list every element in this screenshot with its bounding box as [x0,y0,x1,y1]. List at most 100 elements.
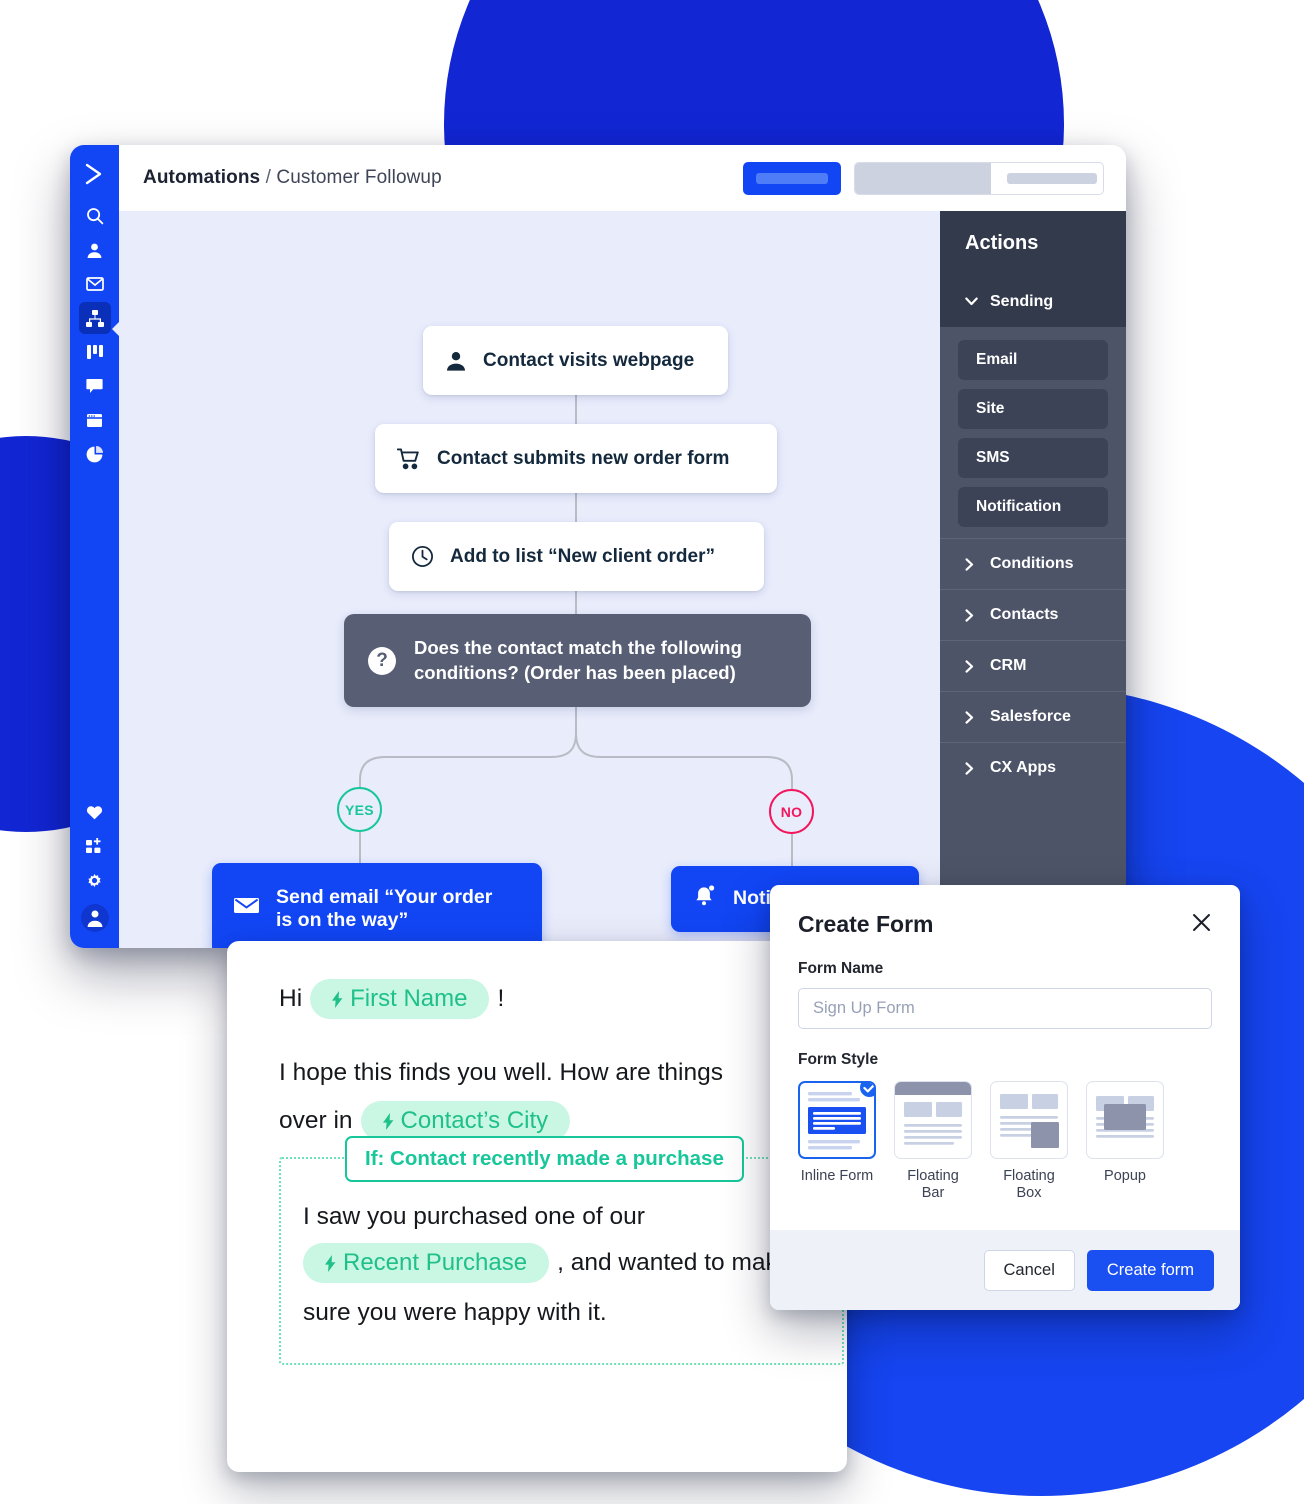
form-style-option-popup[interactable]: Popup [1086,1081,1164,1201]
breadcrumb: Automations / Customer Followup [143,167,442,189]
form-style-label: Form Style [798,1051,879,1068]
sending-action-list: Email Site SMS Notification [940,327,1126,538]
contact-person-icon [445,350,467,372]
thumbnail-art [1096,1096,1154,1138]
gear-icon[interactable] [79,864,111,896]
flow-node-add-to-list[interactable]: Add to list “New client order” [389,522,764,591]
create-form-button[interactable]: Create form [1086,1249,1214,1291]
form-style-option-floating-bar[interactable]: Floating Bar [894,1081,972,1201]
branch-badge-no[interactable]: NO [769,789,814,834]
chevron-right-icon [965,659,978,673]
pie-chart-icon[interactable] [79,438,111,470]
merge-tag-label: First Name [350,985,468,1012]
accordion-crm[interactable]: CRM [940,640,1126,691]
conditional-text-after: , and wanted to make [557,1248,792,1276]
breadcrumb-separator: / [265,167,271,188]
heart-icon[interactable] [79,796,111,828]
merge-tag-label: Recent Purchase [343,1249,528,1277]
floating-bar-thumbnail [894,1081,972,1159]
breadcrumb-root[interactable]: Automations [143,167,260,188]
merge-tag-recent-purchase[interactable]: Recent Purchase [303,1243,550,1284]
modal-header: Create Form [798,911,1212,938]
merge-tag-first-name[interactable]: First Name [310,979,490,1019]
segment-filled [855,162,991,194]
conditional-tag-row: Recent Purchase , and wanted to make [303,1243,820,1284]
create-form-modal: Create Form Form Name Form Style [770,885,1240,1310]
actions-panel-title: Actions [940,211,1126,276]
form-style-name: Floating Box [1003,1168,1055,1201]
avatar[interactable] [80,904,109,932]
lightning-bolt-icon [332,990,343,1008]
conditional-text-end: sure you were happy with it. [303,1299,607,1327]
search-icon[interactable] [79,200,111,232]
automation-canvas[interactable]: Contact visits webpage Contact submits n… [119,211,940,948]
thumbnail-art [895,1082,971,1145]
modal-title: Create Form [798,911,934,937]
flow-node-label: Send email “Your order is on the way” [276,886,492,933]
question-mark-icon: ? [368,646,396,675]
chevron-right-icon [965,761,978,775]
email-editor-card[interactable]: Hi First Name ! I hope this finds you we… [227,941,847,1472]
flow-node-condition[interactable]: ? Does the contact match the following c… [344,614,811,707]
form-style-name: Popup [1104,1168,1146,1184]
topbar-primary-button-placeholder[interactable] [743,161,841,195]
topbar-segmented-placeholder[interactable] [854,161,1104,195]
email-body-line-1: I hope this finds you well. How are thin… [279,1059,723,1086]
flow-node-send-email[interactable]: Send email “Your order is on the way” [212,863,542,948]
action-item-sms[interactable]: SMS [958,438,1108,478]
accordion-label: CRM [990,657,1027,674]
topbar-actions [743,161,1104,195]
send-email-line-2: is on the way” [276,909,409,931]
accordion-conditions[interactable]: Conditions [940,538,1126,589]
email-body-line-2-row: over in Contact’s City [279,1101,795,1142]
chat-bubble-icon[interactable] [79,370,111,402]
form-style-name: Floating Bar [907,1168,959,1201]
apps-add-icon[interactable] [79,830,111,862]
condition-text: Does the contact match the following con… [414,636,742,685]
envelope-icon[interactable] [79,268,111,300]
accordion-label: Sending [990,292,1054,310]
accordion-salesforce[interactable]: Salesforce [940,691,1126,742]
flow-node-label: Contact visits webpage [483,349,695,371]
branch-label: YES [345,801,374,818]
condition-line-1: Does the contact match the following [414,636,742,658]
condition-line-2: conditions? (Order has been placed) [414,661,736,683]
close-x-icon[interactable] [1190,911,1212,933]
modal-body: Create Form Form Name Form Style [770,885,1240,1230]
accordion-label: CX Apps [990,759,1057,776]
flow-node-contact-visits[interactable]: Contact visits webpage [423,326,728,395]
accordion-label: Contacts [990,606,1059,623]
app-topbar: Automations / Customer Followup [119,145,1126,211]
accordion-contacts[interactable]: Contacts [940,589,1126,640]
accordion-sending[interactable]: Sending [940,276,1126,327]
conditional-content-block[interactable]: If: Contact recently made a purchase I s… [279,1136,844,1366]
form-style-option-floating-box[interactable]: Floating Box [990,1081,1068,1201]
website-window-icon[interactable] [79,404,111,436]
action-item-site[interactable]: Site [958,389,1108,429]
sidebar-item-automations[interactable] [78,302,111,334]
conditional-block-label[interactable]: If: Contact recently made a purchase [345,1136,744,1183]
automations-flow-icon [85,309,104,327]
action-item-email[interactable]: Email [958,340,1108,380]
activecampaign-chevron-logo-icon[interactable] [79,158,111,190]
merge-tag-contacts-city[interactable]: Contact’s City [360,1101,571,1142]
contact-person-icon[interactable] [79,234,111,266]
branch-badge-yes[interactable]: YES [337,787,382,832]
app-left-rail [70,145,120,948]
kanban-columns-icon[interactable] [79,336,111,368]
email-greeting-row: Hi First Name ! [279,979,795,1019]
breadcrumb-current: Customer Followup [276,167,442,188]
action-item-notification[interactable]: Notification [958,487,1108,527]
chevron-right-icon [965,557,978,571]
floating-box-thumbnail [990,1081,1068,1159]
segment-line [1007,172,1097,184]
app-body: Contact visits webpage Contact submits n… [119,211,1126,948]
body-line-2-prefix: over in [279,1106,353,1134]
cancel-button[interactable]: Cancel [983,1249,1075,1291]
conditional-text-before: I saw you purchased one of our [303,1203,645,1231]
form-name-input[interactable] [798,988,1212,1029]
envelope-icon [234,896,259,921]
form-style-option-inline-form[interactable]: Inline Form [798,1081,876,1201]
accordion-cx-apps[interactable]: CX Apps [940,742,1126,793]
flow-node-submits-order-form[interactable]: Contact submits new order form [375,424,777,493]
